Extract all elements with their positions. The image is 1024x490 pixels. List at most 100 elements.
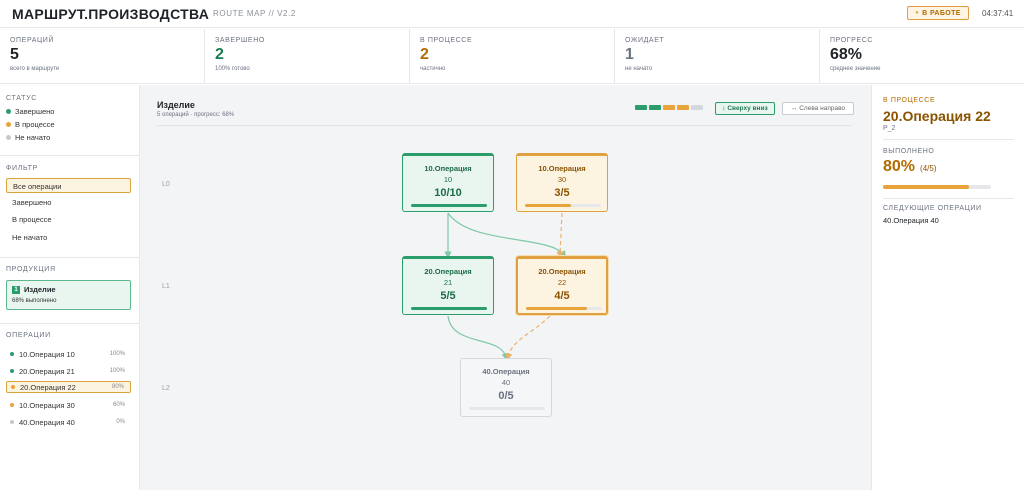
top-bar: МАРШРУТ.ПРОИЗВОДСТВА ROUTE MAP // V2.2 ●…: [0, 0, 1024, 28]
operation-item[interactable]: 10.Операция 30 60%: [6, 399, 131, 411]
kpi-waiting: ОЖИДАЕТ 1 не начато: [615, 29, 820, 84]
next-operation-item[interactable]: 40.Операция 40: [883, 216, 939, 225]
kpi-label: В ПРОЦЕССЕ: [420, 37, 473, 44]
kpi-label: ПРОГРЕСС: [830, 37, 874, 44]
operation-label: 10.Операция 30: [19, 400, 75, 410]
detail-done-percent: 80%: [883, 158, 916, 175]
kpi-value: 1: [625, 46, 634, 63]
route-node[interactable]: 20.Операция 21 5/5: [402, 256, 494, 315]
node-code: 10: [443, 175, 453, 184]
completed-dot-icon: [6, 109, 11, 114]
node-progress-fill: [411, 307, 487, 310]
status-badge-label: В РАБОТЕ: [922, 9, 961, 17]
operation-label: 20.Операция 22: [20, 382, 76, 392]
detail-progress-fill: [883, 185, 970, 189]
clock: 04:37:41: [982, 9, 1014, 18]
legend-label: Не начато: [15, 133, 51, 142]
route-edges: [444, 212, 567, 361]
status-dot-icon: [10, 369, 14, 373]
kpi-strip: ОПЕРАЦИЙ 5 всего в маршруте ЗАВЕРШЕНО 2 …: [0, 29, 1024, 84]
node-title: 40.Операция: [482, 367, 530, 376]
legend-in-progress: В процессе: [6, 120, 55, 129]
operation-percent: 100%: [109, 351, 125, 357]
detail-done-label: ВЫПОЛНЕНО: [883, 148, 935, 155]
edge-op30-op22: [556, 212, 564, 259]
filter-in-progress[interactable]: В процессе: [6, 212, 131, 227]
node-progress-bar: [411, 204, 487, 207]
route-node-selected[interactable]: 20.Операция 22 4/5: [516, 256, 608, 315]
status-dot-icon: ●: [915, 10, 920, 16]
node-code: 22: [557, 278, 567, 287]
app-title: МАРШРУТ.ПРОИЗВОДСТВА: [12, 6, 210, 22]
filter-not-started[interactable]: Не начато: [6, 230, 131, 245]
node-progress-fill: [525, 204, 571, 207]
operation-label: 10.Операция 10: [19, 349, 75, 359]
detail-state: В ПРОЦЕССЕ: [883, 97, 936, 104]
kpi-note: не начато: [625, 66, 653, 72]
node-count: 0/5: [498, 390, 514, 402]
product-name: Изделие: [24, 285, 56, 294]
operations-section-title: ОПЕРАЦИИ: [6, 332, 51, 339]
next-operations-label: СЛЕДУЮЩИЕ ОПЕРАЦИИ: [883, 205, 982, 212]
divider: [883, 139, 1014, 140]
kpi-note: 100% готово: [215, 66, 250, 72]
operation-percent: 60%: [112, 402, 125, 408]
status-dot-icon: [11, 385, 15, 389]
node-count: 5/5: [440, 290, 456, 302]
edge-op22-op40: [505, 315, 551, 361]
operation-item[interactable]: 20.Операция 21 100%: [6, 365, 131, 377]
kpi-label: ОПЕРАЦИЙ: [10, 37, 55, 44]
filter-completed[interactable]: Завершено: [6, 195, 131, 210]
node-progress-bar: [525, 204, 601, 207]
not-started-dot-icon: [6, 135, 11, 140]
product-section-title: ПРОДУКЦИЯ: [6, 266, 56, 273]
product-badge: 1: [12, 286, 20, 294]
node-code: 40: [501, 378, 511, 387]
detail-done-ratio: (4/5): [920, 164, 937, 173]
legend-completed: Завершено: [6, 107, 54, 116]
status-badge[interactable]: ● В РАБОТЕ: [907, 6, 969, 20]
product-card[interactable]: 1 Изделие 68% выполнено: [6, 280, 131, 310]
node-progress-bar: [411, 307, 487, 310]
app-root: МАРШРУТ.ПРОИЗВОДСТВА ROUTE MAP // V2.2 ●…: [0, 0, 1024, 490]
divider: [0, 257, 139, 258]
kpi-value: 2: [215, 46, 224, 63]
left-sidebar: СТАТУС Завершено В процессе Не начато ФИ…: [0, 85, 140, 490]
operation-item[interactable]: 40.Операция 40 0%: [6, 416, 131, 428]
node-progress-bar: [469, 407, 545, 410]
legend-label: В процессе: [15, 120, 55, 129]
route-node[interactable]: 40.Операция 40 0/5: [460, 358, 552, 417]
kpi-label: ЗАВЕРШЕНО: [215, 37, 265, 44]
legend-label: Завершено: [15, 107, 55, 116]
detail-done-value: 80% (4/5): [883, 158, 936, 176]
status-section-title: СТАТУС: [6, 95, 37, 102]
kpi-in-progress: В ПРОЦЕССЕ 2 частично: [410, 29, 615, 84]
kpi-progress: ПРОГРЕСС 68% среднее значение: [820, 29, 1024, 84]
detail-operation-name: 20.Операция 22: [883, 108, 991, 124]
node-count: 3/5: [554, 187, 570, 199]
node-progress-bar: [526, 307, 602, 310]
kpi-operations: ОПЕРАЦИЙ 5 всего в маршруте: [0, 29, 205, 84]
product-progress: 68% выполнено: [12, 298, 57, 304]
node-title: 10.Операция: [424, 164, 472, 173]
kpi-value: 5: [10, 46, 19, 63]
edge-op21-op40: [447, 315, 509, 361]
node-title: 20.Операция: [538, 267, 586, 276]
divider: [0, 155, 139, 156]
kpi-label: ОЖИДАЕТ: [625, 37, 665, 44]
filter-all[interactable]: Все операции: [6, 178, 131, 193]
operation-percent: 0%: [116, 419, 125, 425]
kpi-completed: ЗАВЕРШЕНО 2 100% готово: [205, 29, 410, 84]
node-code: 21: [443, 278, 453, 287]
status-dot-icon: [10, 403, 14, 407]
operation-percent: 80%: [111, 384, 124, 390]
node-title: 10.Операция: [538, 164, 586, 173]
operation-item-selected[interactable]: 20.Операция 22 80%: [6, 381, 131, 393]
detail-progress-bar: [883, 185, 991, 189]
route-node[interactable]: 10.Операция 30 3/5: [516, 153, 608, 212]
route-node[interactable]: 10.Операция 10 10/10: [402, 153, 494, 212]
operation-item[interactable]: 10.Операция 10 100%: [6, 348, 131, 360]
node-count: 4/5: [554, 290, 570, 302]
app-version: ROUTE MAP // V2.2: [213, 9, 296, 18]
filter-section-title: ФИЛЬТР: [6, 165, 38, 172]
